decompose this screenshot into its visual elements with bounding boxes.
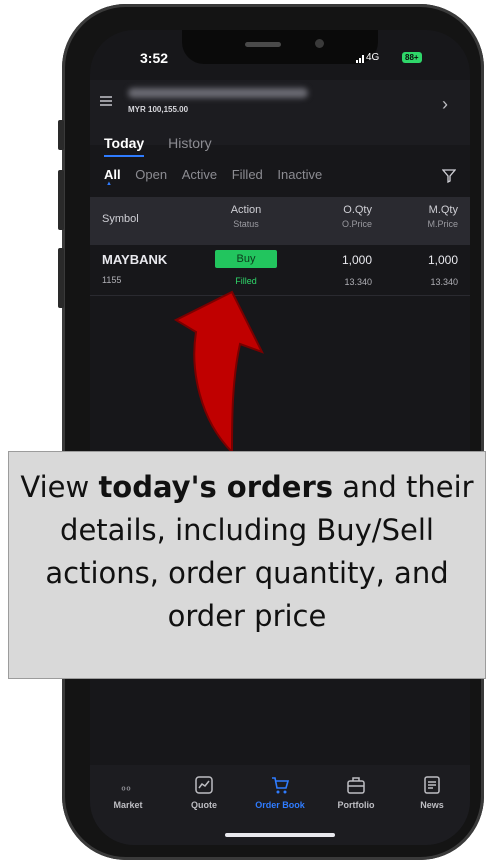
nav-portfolio[interactable]: Portfolio [318,775,394,810]
header-status: Status [233,219,259,229]
header-mqty-mprice: M.Qty M.Price [427,204,458,229]
nav-news[interactable]: News [394,775,470,810]
tab-today[interactable]: Today [104,135,145,157]
filter-filled[interactable]: Filled [232,167,263,182]
cart-icon [272,777,290,794]
table-header: Symbol Action Status O.Qty O.Price M.Qty… [90,197,470,245]
news-icon [424,776,440,794]
nav-quote[interactable]: Quote [166,775,242,810]
callout-box: View today's orders and their details, i… [8,451,486,679]
market-icon: ₀₀ [121,781,131,793]
side-button-volume-up [58,170,64,230]
nav-market[interactable]: ₀₀ Market [90,775,166,810]
nav-news-label: News [420,800,444,810]
nav-market-label: Market [113,800,143,810]
row-code: 1155 [102,275,122,285]
nav-order-book[interactable]: Order Book [242,775,318,810]
status-badge: Filled [235,276,257,286]
tab-history[interactable]: History [168,135,212,151]
svg-text:₀₀: ₀₀ [121,781,131,793]
status-filters: All Open Active Filled Inactive [104,167,333,187]
signal-icon [356,55,364,63]
header-oqty-oprice: O.Qty O.Price [342,204,372,229]
status-time: 3:52 [140,50,169,66]
row-symbol: MAYBANK [102,252,168,267]
camera [315,39,324,48]
callout-bold-text: today's orders [98,470,334,504]
briefcase-icon [347,777,365,794]
side-button-volume-down [58,248,64,308]
header-oqty: O.Qty [343,204,372,216]
battery-icon: 88+ [402,52,422,63]
order-tabs: Today History [104,135,232,157]
buy-badge: Buy [215,250,277,268]
side-button-mute [58,120,64,150]
table-row[interactable]: MAYBANK 1155 Buy Filled 1,000 13.340 1,0… [90,245,470,296]
row-oqty: 1,000 [341,253,372,267]
filter-active[interactable]: Active [182,167,217,182]
header-oprice: O.Price [341,219,372,229]
filter-inactive[interactable]: Inactive [277,167,322,182]
app-screen: 3:52 4G 88+ MYR 100,155.00 › Today Histo… [90,30,470,845]
home-indicator [225,833,335,837]
nav-quote-label: Quote [191,800,217,810]
row-oprice: 13.340 [344,277,372,287]
row-mprice: 13.340 [430,277,458,287]
nav-order-book-label: Order Book [255,800,305,810]
quote-icon [195,776,213,794]
header-mqty: M.Qty [428,204,458,216]
header-symbol: Symbol [102,213,139,225]
callout-text-1: View [20,470,99,504]
nav-portfolio-label: Portfolio [337,800,375,810]
row-mqty: 1,000 [427,253,458,267]
header-action: Action [230,204,262,216]
notch [182,30,378,64]
account-name-redacted [128,88,308,98]
account-balance: MYR 100,155.00 [128,105,189,114]
menu-icon[interactable] [100,96,112,106]
network-type: 4G [366,52,380,63]
header-action-status: Action Status [215,204,277,229]
header-mprice: M.Price [427,219,458,229]
speaker [245,42,281,47]
chevron-right-icon[interactable]: › [442,94,448,115]
filter-open[interactable]: Open [135,167,167,182]
filter-icon[interactable] [442,169,456,183]
filter-all[interactable]: All [104,167,121,187]
